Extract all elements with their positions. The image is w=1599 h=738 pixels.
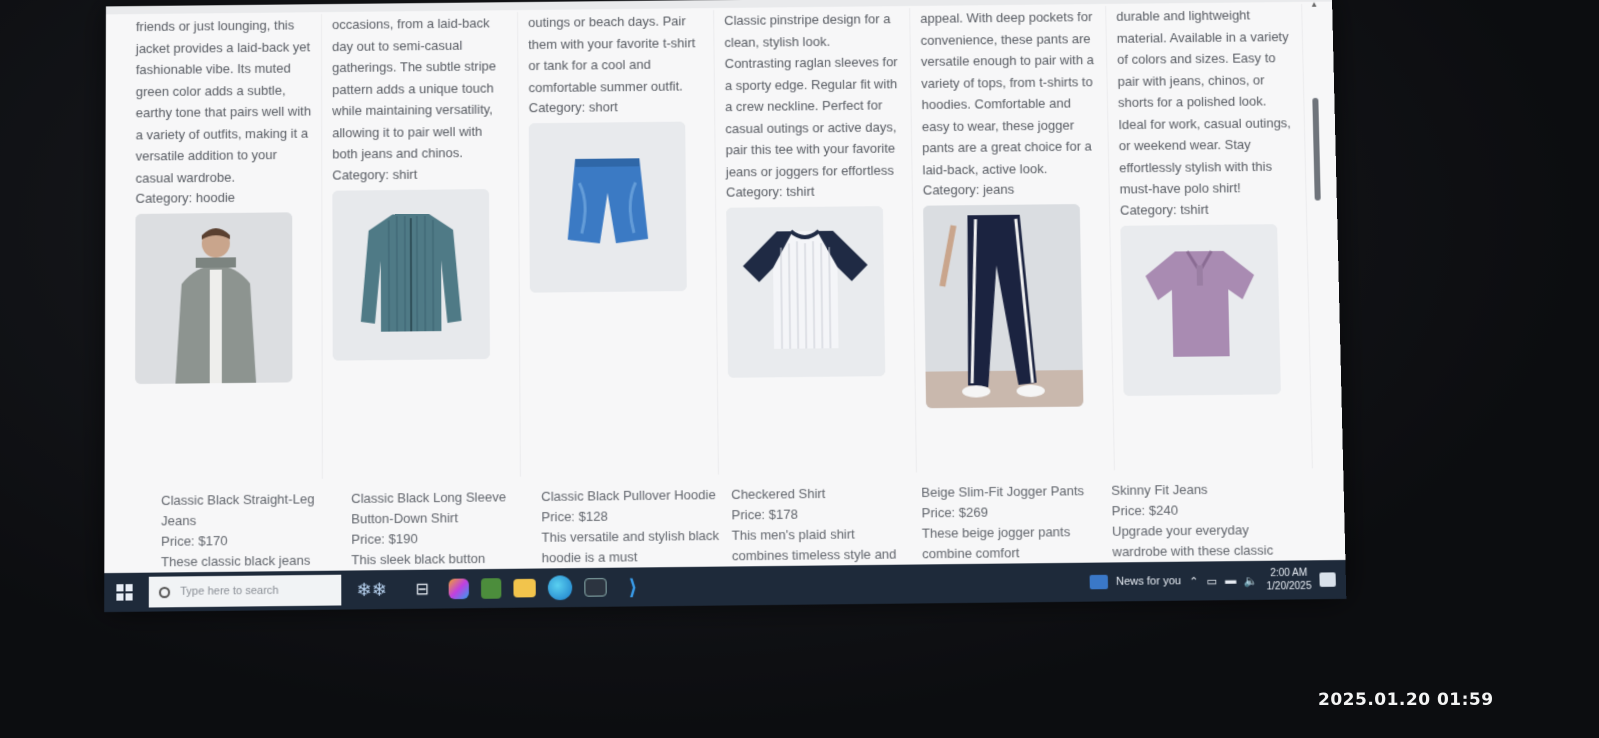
- product-card[interactable]: durable and lightweight material. Availa…: [1106, 3, 1313, 471]
- product-price: Price: $128: [541, 508, 608, 525]
- search-icon: [158, 586, 171, 598]
- system-tray: News for you ⌃ ▭ ▬ 🔈 2:00 AM 1/20/2025: [1089, 566, 1346, 595]
- product-image-purple-polo[interactable]: [1120, 223, 1281, 396]
- product-price: Price: $178: [731, 506, 799, 523]
- product-image-raglan-tee[interactable]: [726, 206, 886, 378]
- product-description: occasions, from a laid-back day out to s…: [332, 15, 497, 162]
- edge-browser-icon[interactable]: [547, 575, 573, 601]
- track-pants-icon: [923, 204, 1084, 409]
- product-description: appeal. With deep pockets for convenienc…: [920, 9, 1094, 177]
- product-price: Price: $170: [161, 532, 228, 549]
- denim-shorts-icon: [528, 121, 687, 293]
- product-category: Category: shirt: [332, 166, 418, 183]
- taskbar-clock[interactable]: 2:00 AM 1/20/2025: [1266, 566, 1312, 593]
- product-card[interactable]: appeal. With deep pockets for convenienc…: [910, 5, 1115, 473]
- terminal-icon[interactable]: [584, 578, 607, 597]
- product-card[interactable]: friends or just lounging, this jacket pr…: [124, 14, 323, 481]
- product-title[interactable]: Classic Black Long Sleeve Button-Down Sh…: [351, 487, 529, 530]
- copilot-icon[interactable]: [448, 578, 469, 600]
- product-card[interactable]: occasions, from a laid-back day out to s…: [322, 12, 521, 479]
- product-description: This versatile and stylish black hoodie …: [541, 527, 720, 566]
- notification-center-icon[interactable]: [1319, 572, 1336, 587]
- man-grey-jacket-icon: [135, 212, 293, 385]
- battery-icon[interactable]: ▬: [1225, 574, 1236, 586]
- task-view-icon[interactable]: ⊟: [408, 575, 436, 604]
- snowflake-icon: ❄❄: [356, 578, 387, 600]
- product-card[interactable]: Classic pinstripe design for a clean, st…: [714, 7, 917, 475]
- product-image-denim-shorts[interactable]: [528, 121, 687, 293]
- vscode-icon[interactable]: ⟩: [619, 572, 648, 601]
- monitor-screen: friends or just lounging, this jacket pr…: [104, 0, 1347, 613]
- product-image-striped-green-shirt[interactable]: [332, 188, 490, 361]
- product-title[interactable]: Skinny Fit Jeans: [1111, 479, 1289, 501]
- volume-icon[interactable]: 🔈: [1244, 574, 1258, 587]
- product-description: friends or just lounging, this jacket pr…: [135, 17, 312, 186]
- product-card[interactable]: outings or beach days. Pair them with yo…: [518, 10, 719, 477]
- product-image-track-pants[interactable]: [923, 204, 1084, 409]
- product-category: Category: jeans: [922, 181, 1015, 198]
- product-category: Category: hoodie: [135, 189, 235, 206]
- taskbar-search-box[interactable]: Type here to search: [148, 574, 342, 608]
- clock-time: 2:00 AM: [1270, 567, 1308, 580]
- raglan-tee-icon: [726, 206, 886, 378]
- product-price: Price: $240: [1111, 502, 1179, 519]
- start-button[interactable]: [104, 573, 145, 612]
- product-title[interactable]: Checkered Shirt: [731, 483, 909, 505]
- product-price: Price: $269: [921, 504, 989, 521]
- windows-logo-icon: [116, 584, 133, 601]
- news-icon[interactable]: [1089, 574, 1109, 590]
- striped-shirt-icon: [332, 188, 490, 361]
- product-description: Classic pinstripe design for a clean, st…: [724, 11, 898, 180]
- news-label[interactable]: News for you: [1116, 575, 1181, 588]
- product-title[interactable]: Classic Black Straight-Leg Jeans: [161, 489, 339, 532]
- calendar-app-icon[interactable]: [481, 578, 502, 599]
- scrollbar-thumb[interactable]: [1312, 97, 1321, 201]
- product-category: Category: short: [528, 99, 618, 116]
- product-description: These beige jogger pants combine comfort: [921, 524, 1071, 562]
- product-price: Price: $190: [351, 530, 418, 547]
- file-explorer-icon[interactable]: [513, 578, 536, 598]
- product-category: Category: tshirt: [1119, 201, 1209, 218]
- product-grid-top-row: friends or just lounging, this jacket pr…: [124, 3, 1317, 481]
- product-page: friends or just lounging, this jacket pr…: [104, 0, 1346, 590]
- clock-date: 1/20/2025: [1266, 580, 1312, 593]
- product-description: durable and lightweight material. Availa…: [1116, 7, 1291, 197]
- polo-shirt-icon: [1120, 223, 1281, 396]
- chevron-up-icon[interactable]: ⌃: [1189, 574, 1199, 587]
- product-title[interactable]: Classic Black Pullover Hoodie: [541, 485, 719, 507]
- product-image-man-grey-jacket[interactable]: [135, 212, 293, 385]
- search-placeholder: Type here to search: [180, 584, 279, 598]
- scroll-up-arrow-icon[interactable]: ▲: [1310, 0, 1318, 9]
- product-title[interactable]: Beige Slim-Fit Jogger Pants: [921, 481, 1099, 503]
- photo-timestamp: 2025.01.20 01:59: [1318, 690, 1494, 710]
- network-icon[interactable]: ▭: [1206, 574, 1217, 587]
- product-description: outings or beach days. Pair them with yo…: [528, 13, 696, 95]
- product-category: Category: tshirt: [725, 183, 815, 200]
- product-description: This sleek black button: [351, 550, 486, 568]
